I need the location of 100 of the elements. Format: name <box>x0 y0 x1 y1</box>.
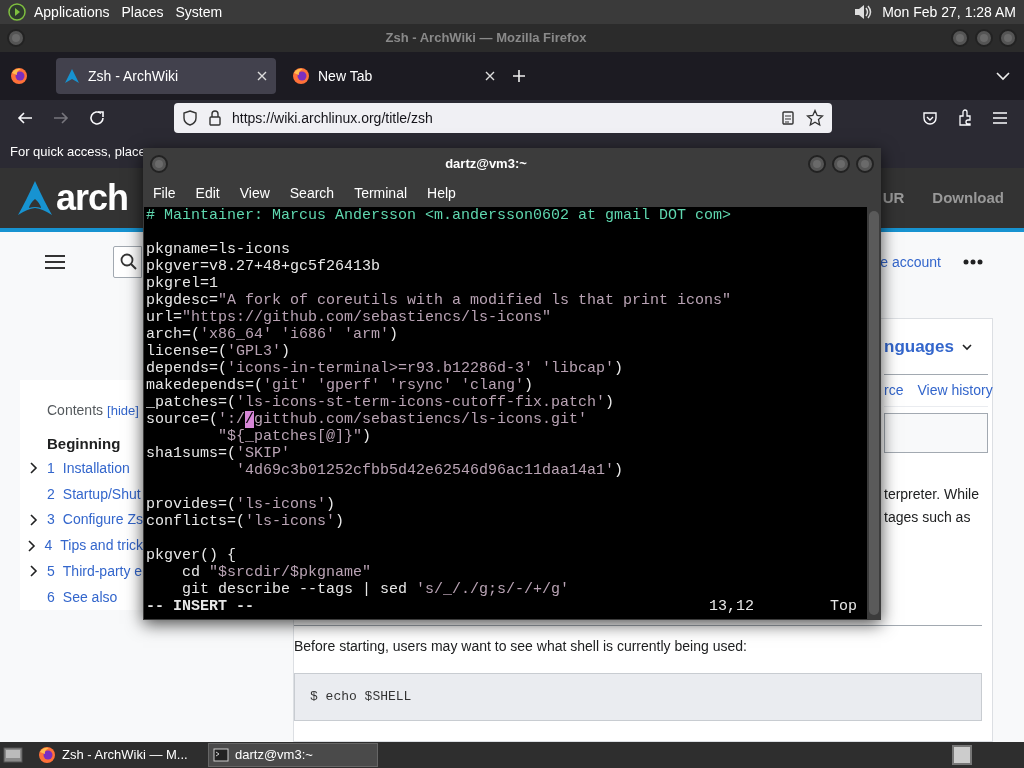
chevron-right-icon[interactable] <box>29 513 38 526</box>
extensions-icon[interactable] <box>956 109 974 127</box>
close-button[interactable] <box>855 154 875 174</box>
menu-item[interactable]: Search <box>289 183 335 204</box>
close-icon[interactable] <box>256 70 268 82</box>
chevron-down-icon[interactable] <box>996 71 1010 81</box>
code-line: pkgname=ls-icons <box>146 241 292 258</box>
shield-icon[interactable] <box>182 110 198 126</box>
code-line: # Maintainer: Marcus Andersson <m.andersson0602 at gmail DOT com> <box>146 207 733 224</box>
create-account-link[interactable]: e account <box>880 251 941 273</box>
code-line: "${_patches[@]}") <box>217 428 373 445</box>
code-line: sha1sums=('SKIP' <box>146 445 292 462</box>
search-field[interactable] <box>113 246 142 278</box>
toc-link[interactable]: Third-party e <box>62 560 143 582</box>
code-text: $ echo $SHELL <box>310 688 412 707</box>
more-options-icon[interactable] <box>963 259 983 265</box>
reload-icon[interactable] <box>88 109 106 127</box>
arch-logo-icon[interactable] <box>16 179 54 217</box>
site-nav-link[interactable]: UR <box>882 186 905 210</box>
code-line: makedepends=('git' 'gperf' 'rsync' 'clang') <box>146 377 535 394</box>
toc-link[interactable]: Startup/Shut <box>62 483 141 505</box>
code-line: pkgver() { <box>146 547 237 564</box>
code-line: provides=('ls-icons') <box>146 496 337 513</box>
new-tab-icon[interactable] <box>512 69 526 83</box>
browser-tab[interactable]: New Tab <box>284 58 504 94</box>
page-tab[interactable]: View history <box>917 380 993 401</box>
page-tab[interactable]: rce <box>884 380 904 401</box>
menu-icon[interactable] <box>992 111 1008 125</box>
code-line: url="https://github.com/sebastiencs/ls-icons" <box>146 309 553 326</box>
logo-text[interactable]: arch <box>56 171 129 225</box>
code-line: source=('://gitthub.com/sebastiencs/ls-icons.git' <box>146 411 589 428</box>
toc-number: 2 <box>47 484 55 504</box>
toc-hide-link[interactable]: [hide] <box>107 401 139 421</box>
site-nav-link[interactable]: Download <box>932 186 1004 210</box>
panel-menu[interactable]: System <box>175 1 223 23</box>
chevron-right-icon[interactable] <box>29 565 38 578</box>
chevron-right-icon[interactable] <box>28 539 37 552</box>
paragraph-text: Before starting, users may want to see what shell is currently being used: <box>294 637 748 656</box>
cursor-position: 13,12 <box>708 598 754 615</box>
code-line: license=('GPL3') <box>146 343 292 360</box>
code-line: pkgdesc="A fork of coreutils with a modified ls that print icons" <box>146 292 733 309</box>
scrollbar[interactable] <box>867 207 881 619</box>
window-menu-button[interactable] <box>149 154 169 174</box>
toc-number: 6 <box>47 587 55 607</box>
code-line: arch=('x86_64' 'i686' 'arm') <box>146 326 400 343</box>
maximize-button[interactable] <box>831 154 851 174</box>
menu-item[interactable]: Terminal <box>354 183 408 204</box>
code-line: depends=('icons-in-terminal>=r93.b12286d-3' 'libcap') <box>146 360 625 377</box>
window-title: dartz@vm3:~ <box>444 155 528 174</box>
toc-link[interactable]: See also <box>62 586 118 608</box>
bookmark-star-icon[interactable] <box>806 109 824 127</box>
browser-tab[interactable]: Zsh - ArchWiki <box>56 58 276 94</box>
clock[interactable]: Mon Feb 27, 1:28 AM <box>882 1 1016 23</box>
firefox-icon <box>38 746 56 764</box>
toc-link[interactable]: Installation <box>62 457 130 479</box>
close-icon[interactable] <box>484 70 496 82</box>
lock-icon[interactable] <box>208 110 222 126</box>
minimize-button[interactable] <box>807 154 827 174</box>
window-title: Zsh - ArchWiki — Mozilla Firefox <box>384 29 588 48</box>
workspace-switcher[interactable] <box>952 745 972 765</box>
arch-icon <box>64 68 80 84</box>
languages-button[interactable]: nguages <box>884 319 988 375</box>
reader-view-icon[interactable] <box>780 110 796 126</box>
scrollbar-thumb[interactable] <box>869 211 879 615</box>
menu-item[interactable]: File <box>153 183 176 204</box>
taskbar-button[interactable]: Zsh - ArchWiki — M... <box>34 743 204 767</box>
panel-menu[interactable]: Applications <box>34 1 110 23</box>
panel-menu[interactable]: Places <box>121 1 164 23</box>
maximize-button[interactable] <box>974 28 994 48</box>
hamburger-menu-icon[interactable] <box>45 254 65 270</box>
taskbar-button[interactable]: dartz@vm3:~ <box>208 743 378 767</box>
toc-title: Contents <box>47 401 104 420</box>
menu-item[interactable]: Edit <box>195 183 220 204</box>
menu-logo-icon[interactable] <box>8 3 26 21</box>
code-line: _patches=('ls-icons-st-term-icons-cutoff-fix.patch') <box>146 394 616 411</box>
toc-heading[interactable]: Beginning <box>20 433 143 456</box>
scroll-position: Top <box>830 598 857 615</box>
window-menu-button[interactable] <box>6 28 26 48</box>
toc-link[interactable]: Tips and trick <box>60 535 143 557</box>
toc-link[interactable]: Configure Zs <box>62 509 143 531</box>
minimize-button[interactable] <box>950 28 970 48</box>
menu-item[interactable]: View <box>239 183 270 204</box>
terminal-icon <box>213 748 229 762</box>
close-button[interactable] <box>998 28 1018 48</box>
show-desktop-icon[interactable] <box>2 745 24 765</box>
menu-item[interactable]: Help <box>427 183 456 204</box>
firefox-icon[interactable] <box>10 67 28 85</box>
paragraph-text: terpreter. While <box>884 485 980 504</box>
code-line: cd "$srcdir/$pkgname" <box>181 564 373 581</box>
chevron-right-icon[interactable] <box>29 462 38 475</box>
toc-number: 4 <box>44 536 53 556</box>
pocket-icon[interactable] <box>922 110 938 126</box>
search-icon <box>120 253 138 271</box>
firefox-icon <box>292 67 310 85</box>
paragraph-text: tages such as <box>884 508 972 527</box>
address-bar[interactable]: https://wiki.archlinux.org/title/zsh <box>174 103 832 133</box>
code-line: pkgver=v8.27+48+gc5f26413b <box>146 258 382 275</box>
toc-number: 3 <box>47 510 55 530</box>
code-line: git describe --tags | sed 's/_/./g;s/-/+/g' <box>181 581 571 598</box>
chevron-down-icon <box>961 342 972 351</box>
